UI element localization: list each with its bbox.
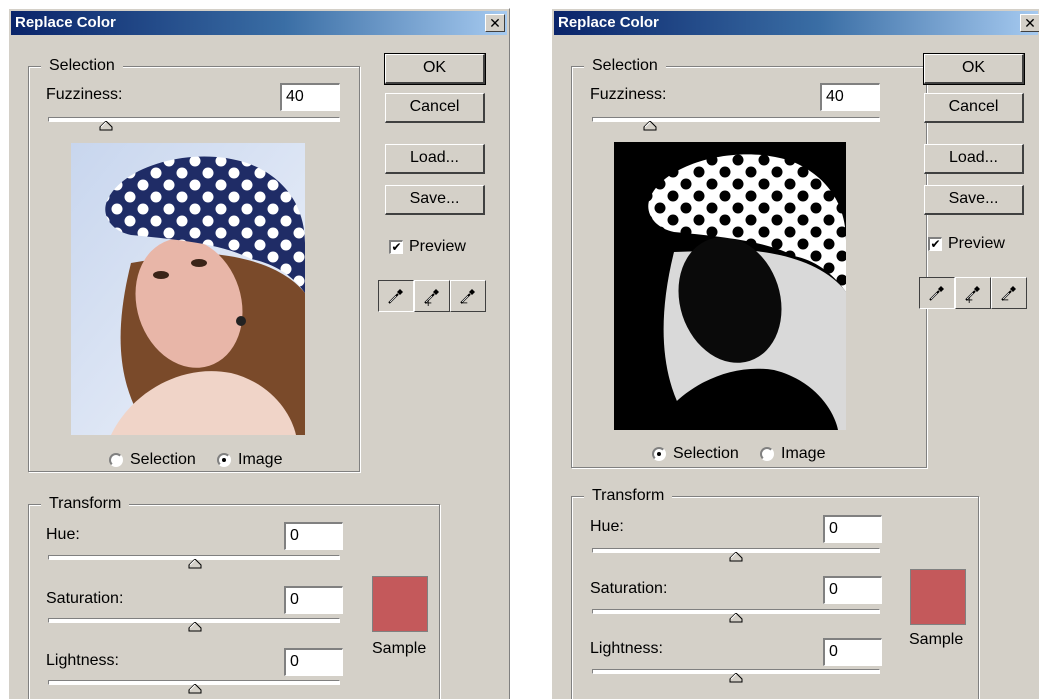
eyedropper-icon <box>927 283 947 303</box>
selection-radio-label: Selection <box>130 451 196 468</box>
eyedropper-plus-icon: + <box>965 283 983 303</box>
sample-swatch[interactable] <box>910 569 966 625</box>
preview-image <box>71 143 305 435</box>
portrait-image <box>71 143 305 435</box>
subtract-from-sample-tool[interactable]: − <box>991 277 1027 309</box>
sample-swatch[interactable] <box>372 576 428 632</box>
saturation-field[interactable]: 0 <box>823 576 882 604</box>
eyedropper-tool[interactable] <box>378 280 414 312</box>
hue-label: Hue: <box>590 518 624 535</box>
transform-group: Transform Hue: 0 Saturation: 0 Lightness… <box>28 493 440 699</box>
saturation-slider-thumb[interactable] <box>729 613 743 623</box>
fuzziness-field[interactable]: 40 <box>280 83 340 111</box>
eyedropper-tools: + − <box>919 277 1027 309</box>
subtract-from-sample-tool[interactable]: − <box>450 280 486 312</box>
fuzziness-field[interactable]: 40 <box>820 83 880 111</box>
replace-color-dialog: Replace Color ✕ Selection Fuzziness: 40 … <box>551 8 1039 699</box>
fuzziness-label: Fuzziness: <box>590 86 667 103</box>
load-button[interactable]: Load... <box>385 144 485 174</box>
saturation-slider-thumb[interactable] <box>188 622 202 632</box>
lightness-slider-thumb[interactable] <box>729 673 743 683</box>
selection-radio[interactable] <box>109 453 123 467</box>
image-radio-label: Image <box>238 451 283 468</box>
selection-legend: Selection <box>584 55 666 77</box>
saturation-field[interactable]: 0 <box>284 586 343 614</box>
save-button[interactable]: Save... <box>924 185 1024 215</box>
lightness-field[interactable]: 0 <box>823 638 882 666</box>
load-button[interactable]: Load... <box>924 144 1024 174</box>
hue-field[interactable]: 0 <box>823 515 882 543</box>
fuzziness-slider-thumb[interactable] <box>643 121 657 131</box>
fuzziness-label: Fuzziness: <box>46 86 123 103</box>
fuzziness-slider-track[interactable] <box>48 117 340 122</box>
replace-color-dialog: Replace Color ✕ Selection Fuzziness: 40 … <box>8 8 510 699</box>
lightness-slider-thumb[interactable] <box>188 684 202 694</box>
lightness-label: Lightness: <box>46 652 119 669</box>
selection-mask-image <box>614 142 846 430</box>
svg-text:+: + <box>424 298 432 306</box>
fuzziness-slider-track[interactable] <box>592 117 880 122</box>
lightness-field[interactable]: 0 <box>284 648 343 676</box>
selection-legend: Selection <box>41 55 123 77</box>
svg-text:−: − <box>460 298 468 306</box>
saturation-label: Saturation: <box>590 580 668 597</box>
image-radio[interactable] <box>760 447 774 461</box>
eyedropper-minus-icon: − <box>1001 283 1019 303</box>
ok-button[interactable]: OK <box>384 53 486 85</box>
lightness-label: Lightness: <box>590 640 663 657</box>
sample-label: Sample <box>372 640 427 657</box>
transform-group: Transform Hue: 0 Saturation: 0 Lightness… <box>571 485 979 699</box>
hue-field[interactable]: 0 <box>284 522 343 550</box>
svg-text:−: − <box>1001 295 1009 303</box>
dialog-title: Replace Color <box>15 14 116 31</box>
fuzziness-slider-thumb[interactable] <box>99 121 113 131</box>
cancel-button[interactable]: Cancel <box>924 93 1024 123</box>
hue-slider-thumb[interactable] <box>729 552 743 562</box>
preview-label: Preview <box>409 238 466 255</box>
eyedropper-tools: + − <box>378 280 486 312</box>
sample-label: Sample <box>909 631 964 648</box>
selection-radio[interactable] <box>652 447 666 461</box>
svg-text:+: + <box>965 295 973 303</box>
saturation-label: Saturation: <box>46 590 124 607</box>
eyedropper-plus-icon: + <box>424 286 442 306</box>
image-radio[interactable] <box>217 453 231 467</box>
selection-radio-label: Selection <box>673 445 739 462</box>
eyedropper-tool[interactable] <box>919 277 955 309</box>
preview-mask <box>614 142 846 430</box>
title-bar: Replace Color ✕ <box>11 11 507 35</box>
transform-legend: Transform <box>41 493 130 515</box>
close-button[interactable]: ✕ <box>485 14 505 32</box>
preview-checkbox[interactable]: ✔ <box>928 237 942 251</box>
cancel-button[interactable]: Cancel <box>385 93 485 123</box>
preview-label: Preview <box>948 235 1005 252</box>
dialog-title: Replace Color <box>558 14 659 31</box>
ok-button[interactable]: OK <box>923 53 1025 85</box>
hue-slider-thumb[interactable] <box>188 559 202 569</box>
add-to-sample-tool[interactable]: + <box>414 280 450 312</box>
transform-legend: Transform <box>584 485 673 507</box>
selection-group: Selection Fuzziness: 40 Selection Image <box>28 55 360 472</box>
eyedropper-icon <box>386 286 406 306</box>
selection-group: Selection Fuzziness: 40 Selection Image <box>571 55 927 468</box>
add-to-sample-tool[interactable]: + <box>955 277 991 309</box>
preview-checkbox[interactable]: ✔ <box>389 240 403 254</box>
close-button[interactable]: ✕ <box>1020 14 1039 32</box>
hue-label: Hue: <box>46 526 80 543</box>
title-bar: Replace Color ✕ <box>554 11 1039 35</box>
save-button[interactable]: Save... <box>385 185 485 215</box>
image-radio-label: Image <box>781 445 826 462</box>
eyedropper-minus-icon: − <box>460 286 478 306</box>
